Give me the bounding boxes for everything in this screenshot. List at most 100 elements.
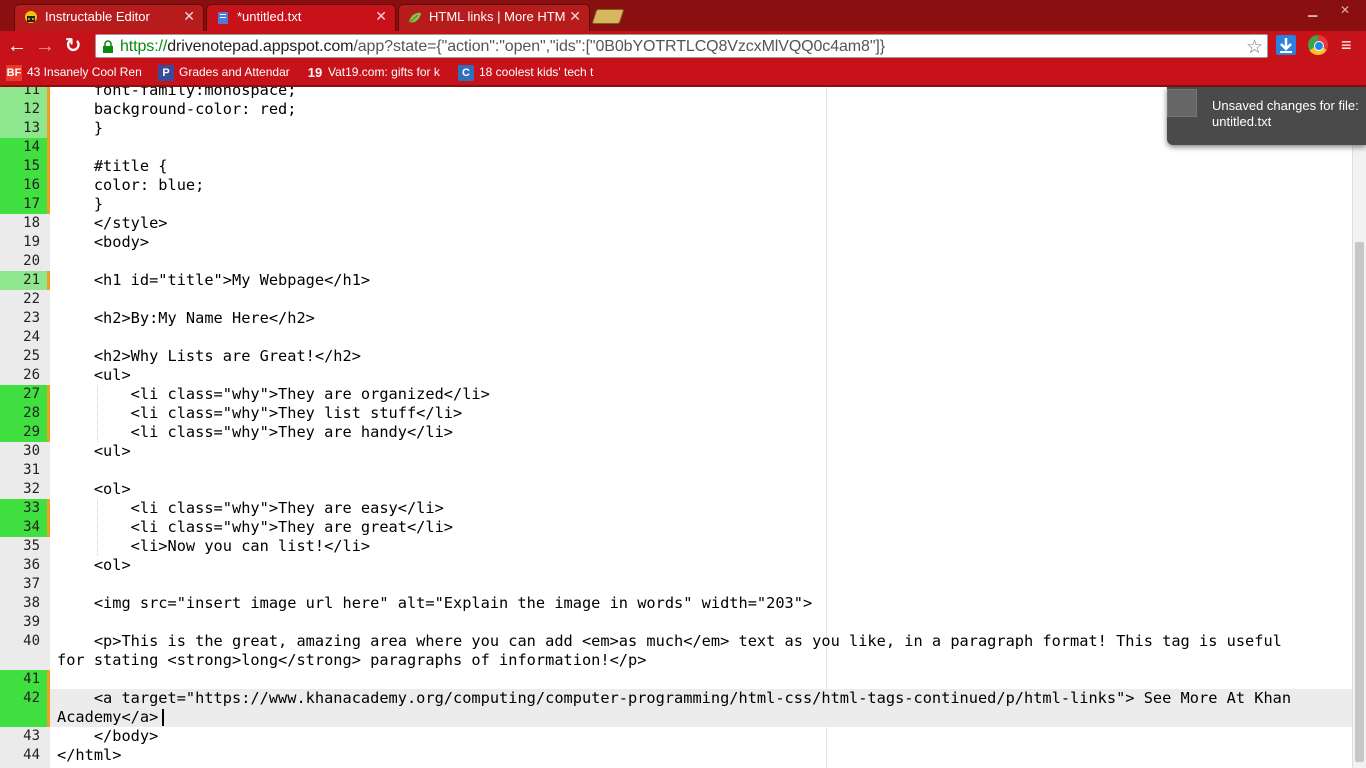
code-line[interactable]: 22: [0, 290, 1352, 309]
buzzfeed-icon: BF: [6, 65, 22, 81]
code-line[interactable]: 28 <li class="why">They list stuff</li>: [0, 404, 1352, 423]
code-line[interactable]: 11 font-family:monospace;: [0, 87, 1352, 100]
code-text: <ul>: [57, 442, 131, 460]
line-number: 44: [23, 747, 40, 763]
close-window-icon[interactable]: ✕: [1340, 3, 1350, 17]
line-number: 39: [23, 614, 40, 630]
line-number: 37: [23, 576, 40, 592]
bookmark-star-icon[interactable]: ☆: [1246, 36, 1263, 59]
code-line[interactable]: 44 </html>: [0, 746, 1352, 765]
code-line[interactable]: 13 }: [0, 119, 1352, 138]
line-number: 12: [0, 100, 50, 119]
code-line[interactable]: 26 <ul>: [0, 366, 1352, 385]
code-line[interactable]: 19 <body>: [0, 233, 1352, 252]
code-line[interactable]: 38 <img src="insert image url here" alt=…: [0, 594, 1352, 613]
tab-strip: Instructable Editor ✕ *untitled.txt ✕ HT…: [0, 0, 1366, 31]
new-tab-button[interactable]: [591, 9, 625, 24]
code-line[interactable]: 16 color: blue;: [0, 176, 1352, 195]
code-line[interactable]: 35 <li>Now you can list!</li>: [0, 537, 1352, 556]
code-line[interactable]: 36 <ol>: [0, 556, 1352, 575]
code-text: <a target="https://www.khanacademy.org/c…: [57, 689, 1292, 707]
line-number: 11: [0, 87, 50, 100]
url-scheme: https://: [120, 38, 168, 55]
line-number: 24: [23, 329, 40, 345]
code-text: <li class="why">They are handy</li>: [57, 423, 454, 441]
line-number: 29: [0, 423, 50, 442]
code-text: <p>This is the great, amazing area where…: [57, 632, 1282, 650]
text-cursor: [162, 709, 164, 726]
code-line[interactable]: 14: [0, 138, 1352, 157]
code-text: <li>Now you can list!</li>: [57, 537, 371, 555]
line-number: 18: [23, 215, 40, 231]
instructables-icon: [23, 10, 39, 26]
line-number: 22: [23, 291, 40, 307]
code-editor[interactable]: 11 font-family:monospace; 12 background-c…: [0, 87, 1352, 768]
cnet-icon: C: [458, 65, 474, 81]
code-line[interactable]: 29 <li class="why">They are handy</li>: [0, 423, 1352, 442]
line-number: 25: [23, 348, 40, 364]
scrollbar-thumb[interactable]: [1355, 242, 1364, 762]
bookmark-item[interactable]: C 18 coolest kids' tech t: [458, 65, 598, 83]
forward-arrow-icon[interactable]: →: [34, 35, 56, 57]
line-number: 15: [0, 157, 50, 176]
close-tab-icon[interactable]: ✕: [375, 8, 387, 25]
code-text: }: [57, 195, 104, 213]
bookmark-item[interactable]: BF 43 Insanely Cool Ren: [6, 65, 146, 83]
code-line[interactable]: Academy</a>: [0, 708, 1352, 727]
tab-untitled-txt[interactable]: *untitled.txt ✕: [206, 4, 396, 31]
close-tab-icon[interactable]: ✕: [569, 8, 581, 25]
code-line[interactable]: 17 }: [0, 195, 1352, 214]
code-line[interactable]: 37: [0, 575, 1352, 594]
back-arrow-icon[interactable]: ←: [6, 35, 28, 57]
bookmark-item[interactable]: 19 Vat19.com: gifts for k: [307, 65, 447, 83]
line-number: [0, 651, 50, 670]
reload-icon[interactable]: ↻: [62, 35, 84, 57]
code-line[interactable]: 12 background-color: red;: [0, 100, 1352, 119]
code-text: <li class="why">They are great</li>: [57, 518, 454, 536]
code-line[interactable]: 32 <ol>: [0, 480, 1352, 499]
line-number: 33: [0, 499, 50, 518]
code-line[interactable]: 27 <li class="why">They are organized</l…: [0, 385, 1352, 404]
line-number: 23: [23, 310, 40, 326]
code-text: font-family:monospace;: [57, 87, 297, 99]
chrome-extension-icon[interactable]: [1308, 35, 1328, 55]
minimize-icon[interactable]: ▁: [1308, 3, 1317, 17]
tab-html-links[interactable]: HTML links | More HTML ✕: [398, 4, 590, 31]
code-line[interactable]: 15 #title {: [0, 157, 1352, 176]
url-host: drivenotepad.appspot.com: [167, 38, 354, 55]
code-line[interactable]: 42 <a target="https://www.khanacademy.or…: [0, 689, 1352, 708]
code-line[interactable]: 34 <li class="why">They are great</li>: [0, 518, 1352, 537]
code-line[interactable]: 31: [0, 461, 1352, 480]
code-text: <h1 id="title">My Webpage</h1>: [57, 271, 371, 289]
code-line[interactable]: 33 <li class="why">They are easy</li>: [0, 499, 1352, 518]
url-path: /app?state={"action":"open","ids":["0B0b…: [353, 38, 886, 55]
bookmark-label: Vat19.com: gifts for k: [328, 65, 440, 80]
code-line[interactable]: 30 <ul>: [0, 442, 1352, 461]
code-line[interactable]: 23 <h2>By:My Name Here</h2>: [0, 309, 1352, 328]
code-line[interactable]: 40 <p>This is the great, amazing area wh…: [0, 632, 1352, 651]
line-number: 16: [0, 176, 50, 195]
code-text: <img src="insert image url here" alt="Ex…: [57, 594, 813, 612]
close-tab-icon[interactable]: ✕: [183, 8, 195, 25]
address-bar[interactable]: https://drivenotepad.appspot.com/app?sta…: [95, 34, 1268, 58]
line-number: 40: [23, 633, 40, 649]
code-line[interactable]: 18 </style>: [0, 214, 1352, 233]
code-line[interactable]: for stating <strong>long</strong> paragr…: [0, 651, 1352, 670]
code-line[interactable]: 21 <h1 id="title">My Webpage</h1>: [0, 271, 1352, 290]
menu-icon[interactable]: ≡: [1341, 35, 1352, 55]
code-line[interactable]: 41: [0, 670, 1352, 689]
bookmark-item[interactable]: P Grades and Attendar: [158, 65, 295, 83]
code-line[interactable]: 24: [0, 328, 1352, 347]
line-number: 20: [23, 253, 40, 269]
code-line[interactable]: 39: [0, 613, 1352, 632]
editor-scrollbar[interactable]: [1352, 87, 1366, 768]
tab-title: HTML links | More HTML: [429, 9, 565, 24]
code-line[interactable]: 43 </body>: [0, 727, 1352, 746]
browser-toolbar: ← → ↻ https://drivenotepad.appspot.com/a…: [0, 31, 1366, 61]
vat19-icon: 19: [307, 65, 323, 80]
code-text: <li class="why">They are organized</li>: [57, 385, 490, 403]
code-line[interactable]: 20: [0, 252, 1352, 271]
tab-instructable-editor[interactable]: Instructable Editor ✕: [14, 4, 204, 31]
download-icon[interactable]: [1276, 35, 1296, 55]
code-line[interactable]: 25 <h2>Why Lists are Great!</h2>: [0, 347, 1352, 366]
